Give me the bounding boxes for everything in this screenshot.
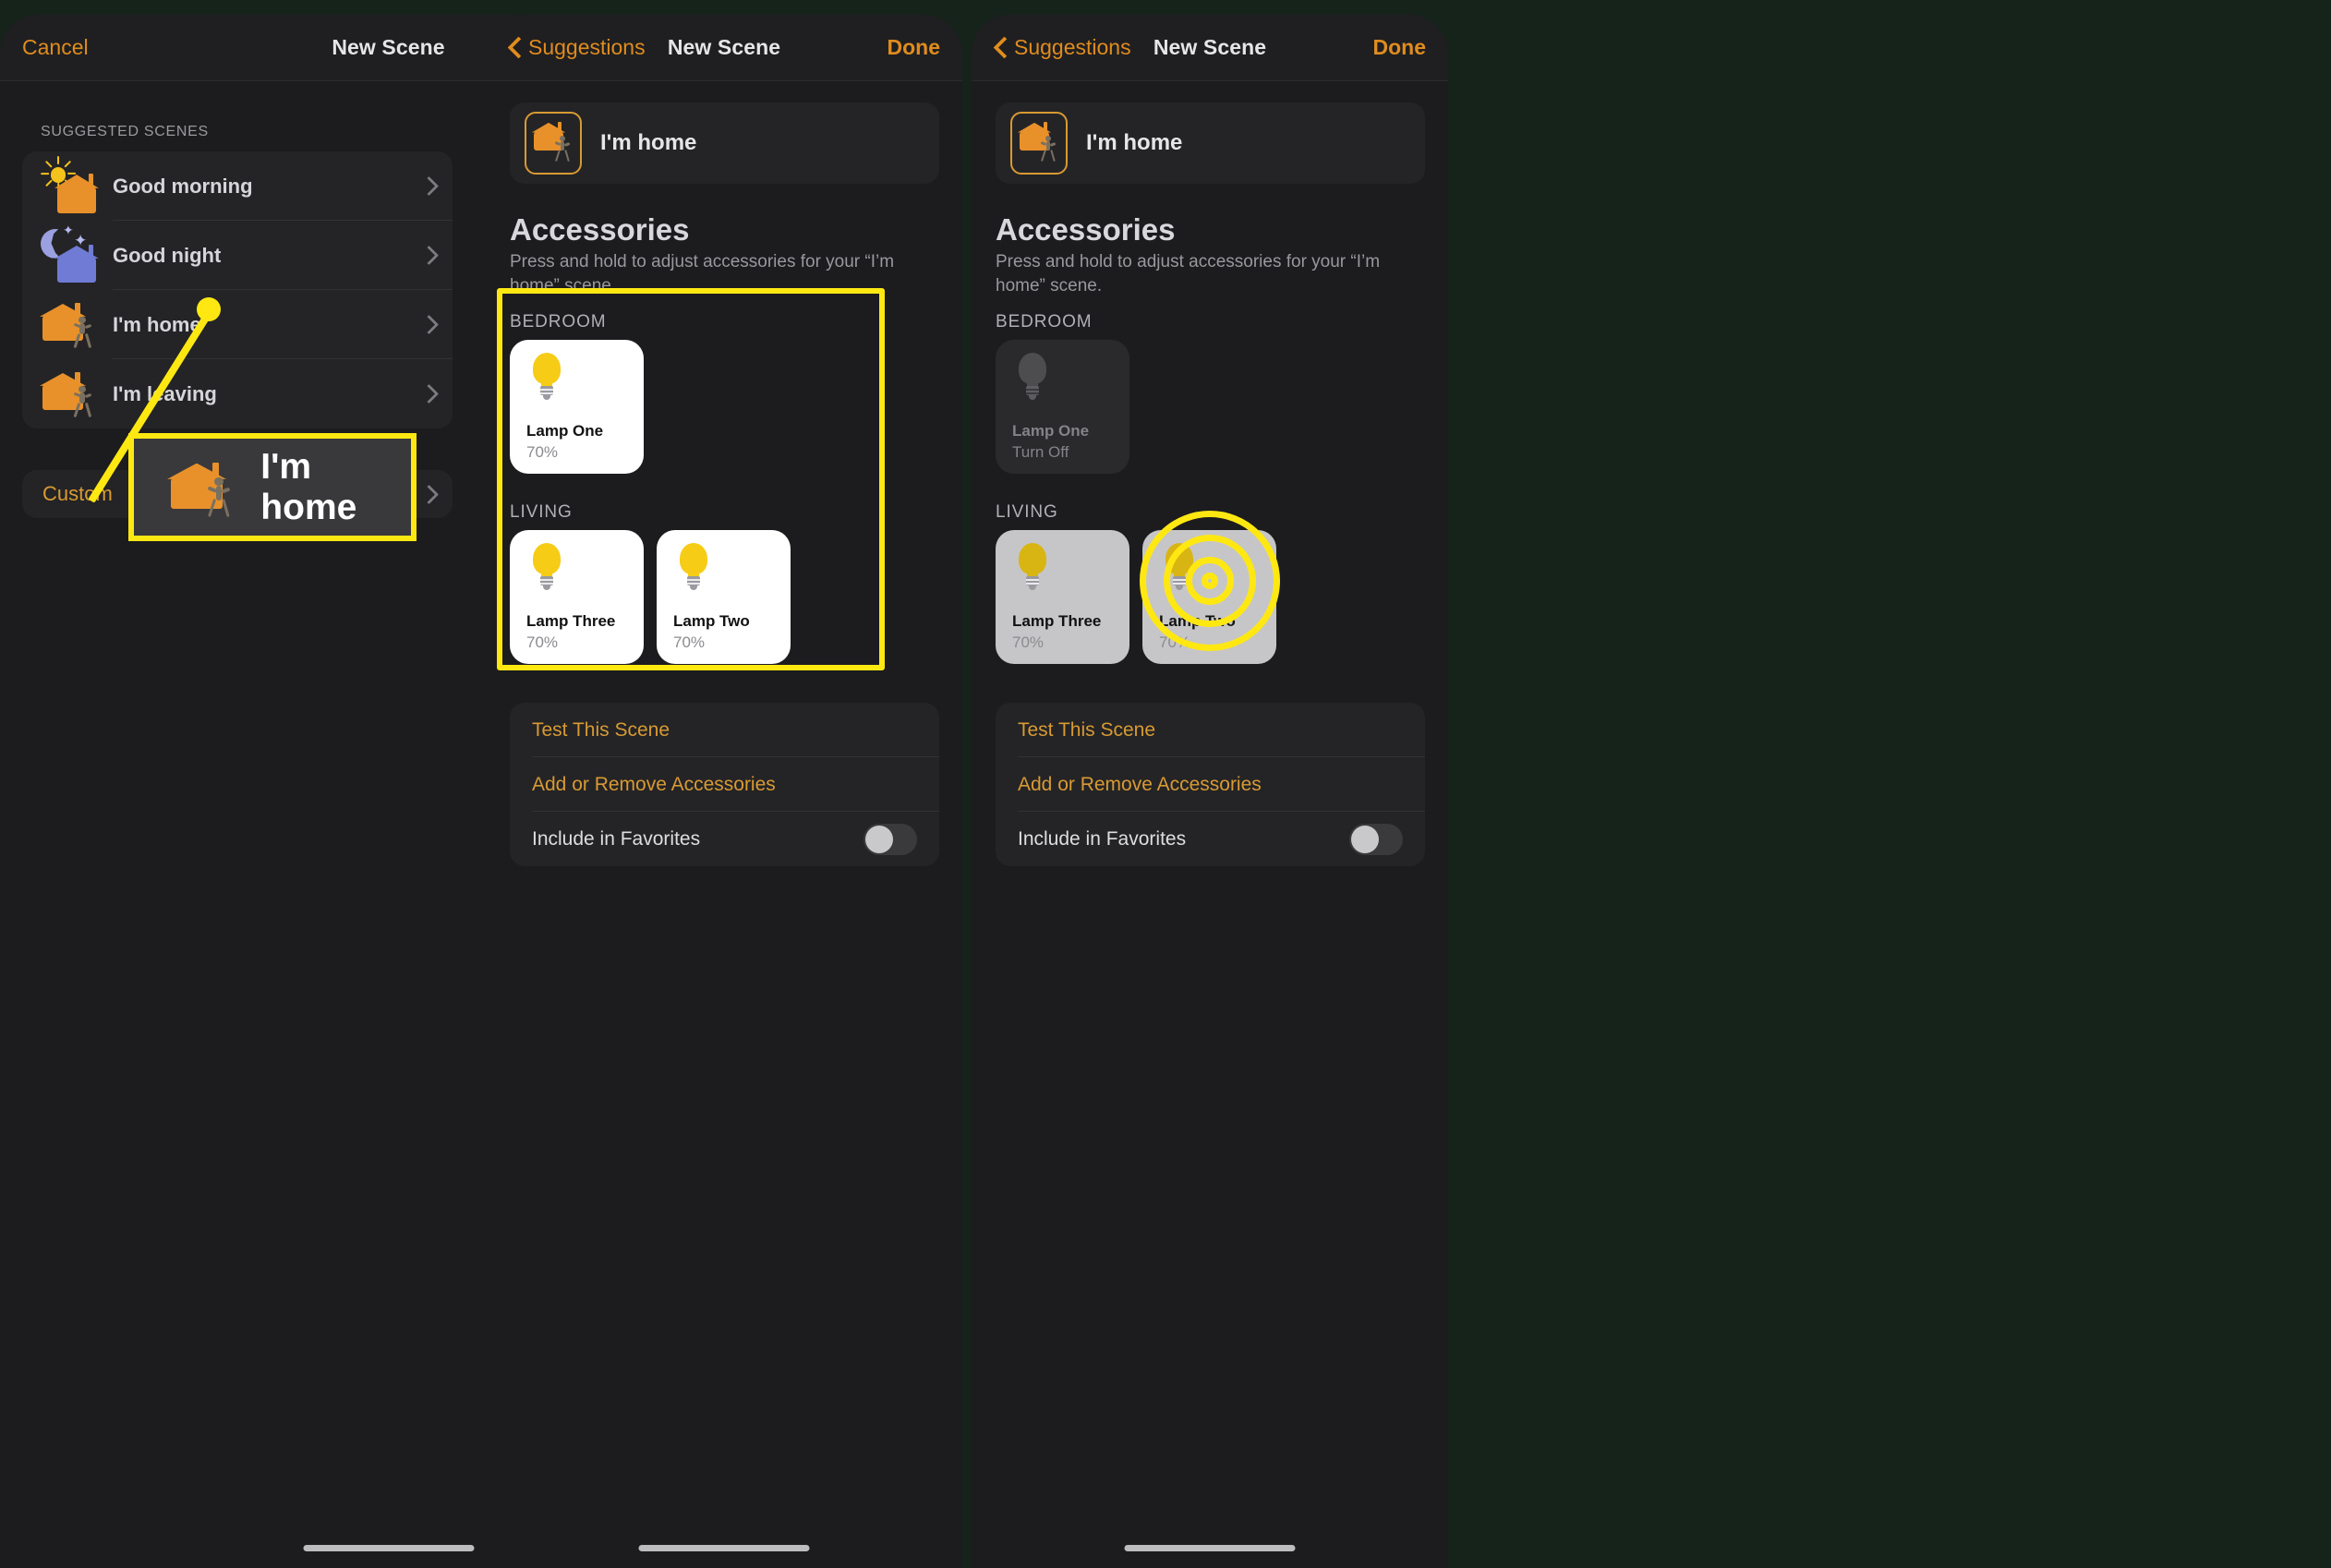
accessory-tile-lamp-two[interactable]: Lamp Two 70% (657, 530, 791, 664)
chevron-right-icon (422, 486, 432, 503)
scene-row-good-morning[interactable]: Good morning (22, 151, 453, 221)
add-or-remove-accessories-label: Add or Remove Accessories (532, 773, 776, 795)
accessory-tile-lamp-two[interactable]: Lamp Two 70% (1142, 530, 1276, 664)
accessory-status: Turn Off (1012, 443, 1069, 461)
accessories-description: Press and hold to adjust accessories for… (996, 252, 1381, 296)
accessories-description: Press and hold to adjust accessories for… (510, 252, 895, 296)
scene-name-card[interactable]: I'm home (510, 103, 939, 184)
include-in-favorites-row[interactable]: Include in Favorites (510, 812, 939, 866)
scene-name-label: I'm home (600, 130, 697, 155)
moon-house-icon: ✦ ✦ (41, 223, 100, 284)
lightbulb-icon (528, 543, 565, 591)
scene-row-im-home[interactable]: I'm home (22, 290, 453, 359)
include-in-favorites-label: Include in Favorites (532, 827, 701, 850)
toggle-knob (865, 825, 893, 853)
scene-name-card[interactable]: I'm home (996, 103, 1425, 184)
accessory-name: Lamp Two (1159, 612, 1236, 630)
scene-row-im-leaving[interactable]: I'm leaving (22, 359, 453, 428)
house-walking-icon (1010, 112, 1068, 175)
accessory-name: Lamp Two (673, 612, 750, 630)
add-or-remove-accessories-button[interactable]: Add or Remove Accessories (510, 757, 939, 812)
done-button[interactable]: Done (888, 35, 941, 60)
accessory-status: 70% (673, 633, 706, 651)
scene-label: Good night (113, 243, 222, 267)
accessories-heading: Accessories (510, 212, 690, 247)
accessory-tile-lamp-one[interactable]: Lamp One 70% (510, 340, 644, 474)
navbar-middle: Suggestions New Scene Done (486, 15, 962, 81)
room-label-living: LIVING (510, 502, 573, 522)
add-or-remove-accessories-label: Add or Remove Accessories (1018, 773, 1262, 795)
home-indicator (303, 1545, 474, 1551)
toggle-knob (1351, 825, 1379, 853)
house-walking-icon (167, 457, 231, 518)
lightbulb-icon (528, 353, 565, 401)
accessory-status: 70% (1159, 633, 1191, 651)
accessory-tile-lamp-three[interactable]: Lamp Three 70% (510, 530, 644, 664)
include-in-favorites-toggle[interactable] (864, 823, 917, 855)
scene-label: Good morning (113, 174, 253, 198)
scene-row-good-night[interactable]: ✦ ✦ Good night (22, 221, 453, 290)
test-this-scene-button[interactable]: Test This Scene (996, 703, 1425, 757)
include-in-favorites-label: Include in Favorites (1018, 827, 1187, 850)
home-indicator (638, 1545, 810, 1551)
accessory-status: 70% (526, 633, 559, 651)
accessory-tile-lamp-three[interactable]: Lamp Three 70% (996, 530, 1129, 664)
lightbulb-icon (675, 543, 712, 591)
accessory-status: 70% (1012, 633, 1045, 651)
scene-label: I'm leaving (113, 381, 217, 405)
done-button[interactable]: Done (1373, 35, 1427, 60)
sun-house-icon (41, 155, 100, 215)
house-walking-in-icon (39, 296, 100, 354)
room-label-living: LIVING (996, 502, 1058, 522)
chevron-right-icon (422, 385, 432, 403)
suggested-scenes-label: SUGGESTED SCENES (41, 124, 209, 139)
lightbulb-icon (1014, 353, 1051, 401)
house-walking-icon (525, 112, 582, 175)
callout-label: I'm home (260, 446, 357, 527)
test-this-scene-label: Test This Scene (532, 718, 670, 741)
accessory-tile-lamp-one[interactable]: Lamp One Turn Off (996, 340, 1129, 474)
chevron-right-icon (422, 177, 432, 195)
test-this-scene-label: Test This Scene (1018, 718, 1156, 741)
room-label-bedroom: BEDROOM (996, 312, 1093, 332)
annotation-callout-im-home: I'm home (128, 433, 417, 541)
include-in-favorites-toggle[interactable] (1349, 823, 1403, 855)
phone-panel-middle: Suggestions New Scene Done I'm home Acce… (486, 15, 962, 1568)
accessories-heading: Accessories (996, 212, 1176, 247)
custom-label: Custom (42, 482, 113, 505)
lightbulb-icon (1014, 543, 1051, 591)
accessory-name: Lamp One (526, 422, 604, 440)
home-indicator (1124, 1545, 1296, 1551)
chevron-right-icon (422, 247, 432, 264)
house-walking-out-icon (39, 366, 100, 423)
include-in-favorites-row[interactable]: Include in Favorites (996, 812, 1425, 866)
screenshot-stage: Cancel New Scene SUGGESTED SCENES Good m… (0, 0, 2331, 1568)
scene-actions-list: Test This Scene Add or Remove Accessorie… (996, 703, 1425, 866)
accessory-name: Lamp One (1012, 422, 1090, 440)
scene-actions-list: Test This Scene Add or Remove Accessorie… (510, 703, 939, 866)
room-label-bedroom: BEDROOM (510, 312, 607, 332)
chevron-right-icon (422, 316, 432, 333)
phone-panel-right: Suggestions New Scene Done I'm home Acce… (972, 15, 1448, 1568)
suggested-scenes-card: Good morning ✦ ✦ Good night I'm home I'm… (22, 151, 453, 428)
accessory-name: Lamp Three (1012, 612, 1102, 630)
accessory-status: 70% (526, 443, 559, 461)
navbar-right: Suggestions New Scene Done (972, 15, 1448, 81)
scene-label: I'm home (113, 312, 201, 336)
add-or-remove-accessories-button[interactable]: Add or Remove Accessories (996, 757, 1425, 812)
scene-name-label: I'm home (1086, 130, 1183, 155)
accessory-name: Lamp Three (526, 612, 616, 630)
lightbulb-icon (1161, 543, 1198, 591)
test-this-scene-button[interactable]: Test This Scene (510, 703, 939, 757)
